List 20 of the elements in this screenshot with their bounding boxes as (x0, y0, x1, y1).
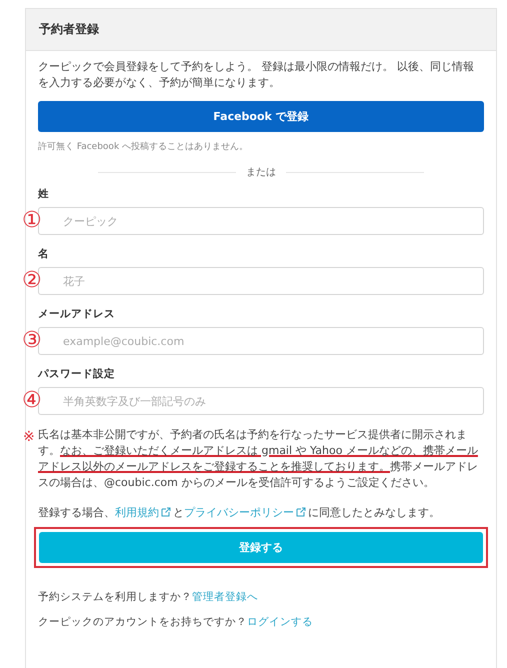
footer-text: 予約システムを利用しますか？管理者登録へ (38, 590, 259, 604)
footer-text: クーピックのアカウントをお持ちですか？ログインする (38, 615, 314, 629)
card-title: 予約者登録 (26, 9, 496, 51)
register-button[interactable]: 登録する (39, 532, 483, 563)
agreement-text: 登録する場合、利用規約 と プライバシーポリシー に同意したとみなします。 (38, 505, 441, 521)
footer-link[interactable]: 管理者登録へ (192, 591, 258, 603)
field-label: メールアドレス (38, 307, 116, 321)
field-label: 姓 (38, 187, 50, 201)
facebook-register-button[interactable]: Facebook で登録 (38, 101, 484, 132)
field-label: 名 (38, 247, 50, 261)
intro-text: クーピックで会員登録をして予約をしよう。 登録は最小限の情報だけ。 以後、同じ情報を入力する必要がなく、予約が簡単になります。 (38, 59, 475, 91)
privacy-policy-link[interactable]: プライバシーポリシー (184, 506, 294, 519)
external-link-icon (296, 507, 306, 517)
facebook-note: 許可無く Facebook へ投稿することはありません。 (38, 140, 250, 153)
divider-label: または (246, 166, 276, 179)
footer-link[interactable]: ログインする (247, 616, 313, 628)
field-label: パスワード設定 (38, 367, 116, 381)
annotation-mark: ※ (23, 429, 35, 445)
external-link-icon (161, 507, 171, 517)
terms-link[interactable]: 利用規約 (115, 506, 159, 519)
